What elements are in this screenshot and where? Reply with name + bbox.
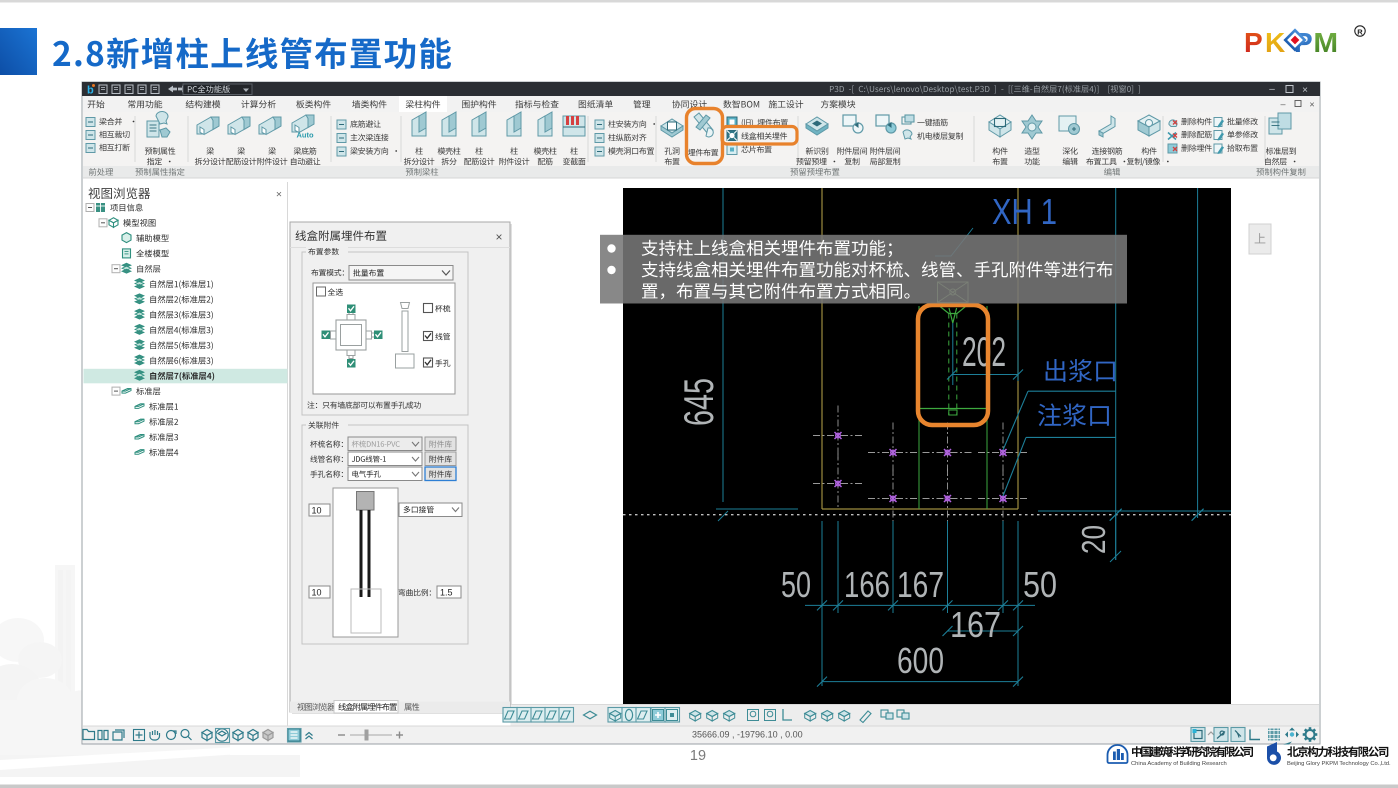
svg-text:35666.09 , -19796.10 , 0.00: 35666.09 , -19796.10 , 0.00: [692, 730, 803, 740]
svg-text:600: 600: [897, 640, 944, 681]
svg-text:–: –: [1269, 84, 1275, 95]
svg-text:P: P: [1244, 27, 1263, 58]
svg-text:R: R: [1357, 28, 1363, 37]
svg-text:–: –: [1280, 99, 1285, 109]
svg-text:10: 10: [312, 506, 322, 516]
svg-text:1.5: 1.5: [440, 588, 453, 598]
svg-text:China Academy of Building Rese: China Academy of Building Research: [1131, 761, 1227, 767]
svg-text:645: 645: [675, 378, 722, 426]
svg-text:Beijing Glory PKPM Technology: Beijing Glory PKPM Technology Co.,Ltd.: [1287, 761, 1391, 767]
svg-text:K: K: [1265, 27, 1285, 58]
svg-text:167: 167: [897, 564, 944, 605]
svg-text:10: 10: [312, 588, 322, 598]
svg-text:×: ×: [1302, 85, 1308, 96]
svg-text:50: 50: [781, 564, 811, 605]
svg-text:×: ×: [276, 189, 282, 201]
svg-text:19: 19: [690, 748, 706, 764]
svg-text:Auto: Auto: [296, 131, 313, 140]
svg-text:XH 1: XH 1: [992, 191, 1057, 232]
svg-text:202: 202: [962, 328, 1006, 375]
svg-text:50: 50: [1023, 564, 1057, 605]
svg-text:20: 20: [1075, 525, 1112, 554]
svg-text:166: 166: [844, 564, 890, 605]
svg-text:×: ×: [1309, 100, 1314, 110]
svg-text:M: M: [1313, 28, 1338, 59]
svg-text:×: ×: [495, 230, 502, 244]
svg-text:167: 167: [950, 604, 1001, 645]
